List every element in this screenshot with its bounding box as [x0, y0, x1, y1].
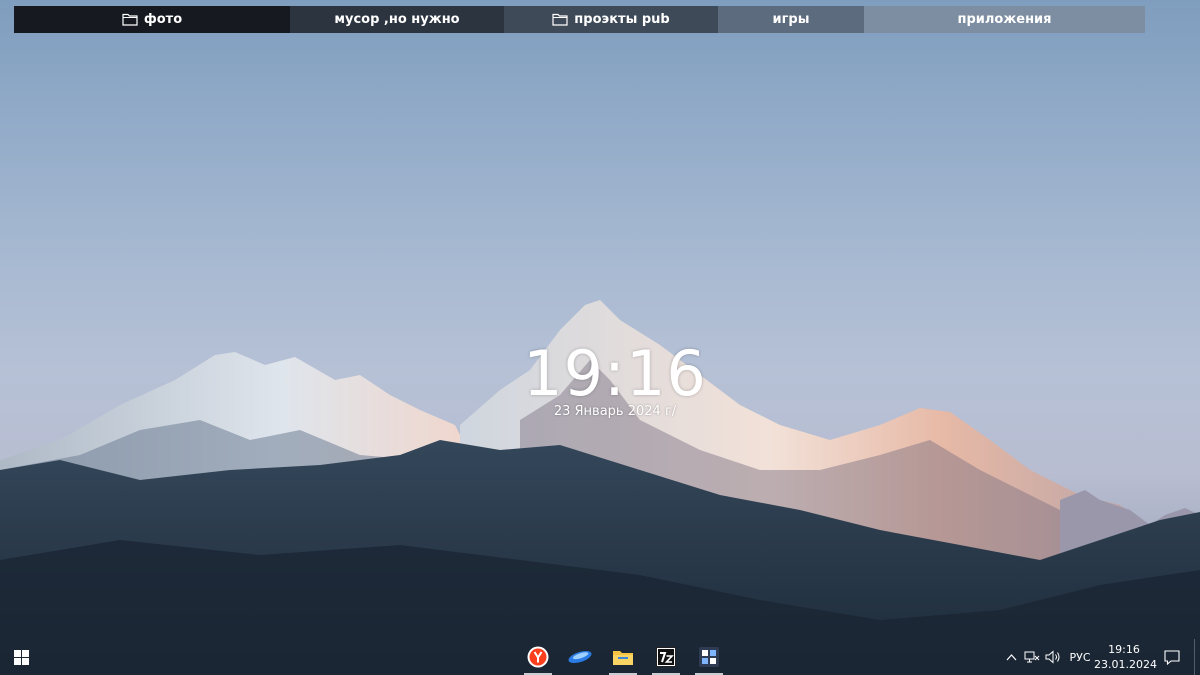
show-desktop-button[interactable] [1194, 639, 1200, 675]
file-explorer-icon [613, 651, 633, 665]
tray-clock[interactable]: 19:16 23.01.2024 [1094, 642, 1157, 674]
speaker-icon [1045, 650, 1060, 664]
taskbar: РУС 19:16 23.01.2024 [0, 639, 1200, 675]
start-button[interactable] [0, 639, 42, 675]
fence-label: приложения [957, 12, 1052, 27]
taskbar-app-2[interactable] [562, 639, 598, 675]
tray-language[interactable]: РУС [1066, 639, 1094, 675]
action-center-button[interactable] [1160, 639, 1184, 675]
taskbar-app-explorer[interactable] [605, 639, 641, 675]
taskbar-app-7zip[interactable] [648, 639, 684, 675]
yandex-browser-icon [527, 646, 549, 668]
folder-icon [552, 13, 568, 26]
tray-volume[interactable] [1043, 639, 1063, 675]
fence-label: игры [772, 12, 810, 27]
fence-games[interactable]: игры [718, 6, 864, 33]
tray-time: 19:16 [1108, 643, 1140, 656]
fence-musor[interactable]: мусор ,но нужно [290, 6, 504, 33]
fence-projects-pub[interactable]: проэкты pub [504, 6, 718, 33]
tray-date: 23.01.2024 [1094, 658, 1157, 671]
clock-date: 23 Январь 2024 г/ [553, 404, 677, 419]
fence-foto[interactable]: фото [14, 6, 290, 33]
fence-label: проэкты pub [574, 12, 670, 27]
taskbar-app-yandex[interactable] [520, 639, 556, 675]
widgets-app-icon [699, 647, 719, 667]
desktop: фото мусор ,но нужно проэкты pub игры пр… [0, 0, 1200, 675]
chevron-up-icon [1006, 653, 1016, 660]
network-icon [1024, 651, 1040, 663]
notification-icon [1164, 649, 1180, 665]
clock-time: 19:16 [523, 337, 707, 410]
clock-widget: 19:16 23 Январь 2024 г/ [470, 338, 760, 420]
fence-label: фото [143, 12, 183, 27]
7zip-icon [656, 647, 676, 667]
pinned-app-2-icon [568, 650, 592, 664]
fence-apps[interactable]: приложения [864, 6, 1145, 33]
taskbar-app-widgets[interactable] [691, 639, 727, 675]
windows-logo-icon [13, 649, 29, 665]
fences-bar: фото мусор ,но нужно проэкты pub игры пр… [14, 6, 1145, 33]
folder-icon [122, 13, 138, 26]
fence-label: мусор ,но нужно [334, 12, 460, 27]
tray-network[interactable] [1022, 639, 1042, 675]
tray-overflow-button[interactable] [1002, 639, 1020, 675]
